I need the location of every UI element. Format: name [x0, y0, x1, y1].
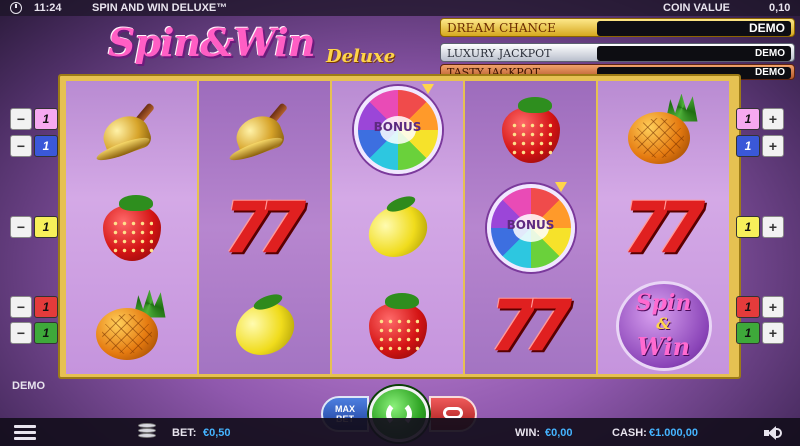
logo-spin-win: Spin&Win	[108, 20, 315, 65]
clock-time: 11:24	[34, 2, 62, 14]
payline-plus-button[interactable]: +	[762, 135, 784, 157]
payline-plus-button[interactable]: +	[762, 322, 784, 344]
payline-right-3: 1 +	[736, 216, 784, 238]
payline-number[interactable]: 1	[736, 296, 760, 318]
reel-cell	[66, 277, 197, 374]
pineapple-symbol	[94, 289, 170, 362]
payline-minus-button[interactable]: −	[10, 322, 32, 344]
reel-5: 7 7 Spin & Win	[598, 81, 729, 374]
payline-number[interactable]: 1	[736, 216, 760, 238]
bet-value: €0,50	[203, 427, 231, 439]
payline-number[interactable]: 1	[34, 135, 58, 157]
payline-plus-button[interactable]: +	[762, 296, 784, 318]
bell-symbol	[226, 99, 304, 164]
reel-cell	[199, 277, 330, 374]
payline-number[interactable]: 1	[34, 108, 58, 130]
game-title: SPIN AND WIN DELUXE™	[92, 2, 228, 14]
jackpot-label: DREAM CHANCE JACKPOT	[447, 21, 556, 35]
payline-number[interactable]: 1	[34, 216, 58, 238]
reel-cell: 77	[598, 179, 729, 276]
reel-cell	[598, 81, 729, 178]
payline-left-1: −1	[10, 108, 58, 130]
payline-left-5: −1	[10, 322, 58, 344]
seven-symbol: 77	[489, 284, 573, 367]
payline-minus-button[interactable]: −	[10, 216, 32, 238]
payline-minus-button[interactable]: −	[10, 296, 32, 318]
lemon-symbol	[226, 290, 303, 364]
reel-cell	[66, 179, 197, 276]
reel-1	[66, 81, 197, 374]
reel-cell: BONUS	[332, 81, 463, 178]
logo-deluxe: Deluxe	[326, 46, 396, 67]
payline-plus-button[interactable]: +	[762, 108, 784, 130]
menu-icon[interactable]	[14, 425, 36, 441]
bet-label: BET:	[172, 427, 197, 439]
payline-left-3: −1	[10, 216, 58, 238]
reel-2: 77	[199, 81, 330, 374]
bonus-wheel-symbol: BONUS	[353, 83, 442, 174]
reel-cell	[199, 81, 330, 178]
cash-label: CASH:	[612, 427, 647, 439]
reel-3: BONUS	[332, 81, 463, 374]
reel-cell	[66, 81, 197, 178]
seven-symbol: 77	[622, 186, 706, 269]
win-value: €0,00	[545, 427, 573, 439]
payline-plus-button[interactable]: +	[762, 216, 784, 238]
max-bet-label-1: MAX	[335, 404, 355, 414]
payline-number[interactable]: 1	[34, 296, 58, 318]
speaker-icon[interactable]	[764, 425, 784, 441]
payline-minus-button[interactable]: −	[10, 108, 32, 130]
reel-4: BONUS 7 7	[465, 81, 596, 374]
reels-frame: 7 7 BONUS BONUS 7 7 7 7 Spin & Win	[58, 74, 741, 379]
payline-left-4: −1	[10, 296, 58, 318]
seven-symbol: 77	[223, 186, 307, 269]
reel-cell: 77	[465, 277, 596, 374]
clock-icon	[10, 2, 22, 14]
payline-number[interactable]: 1	[34, 322, 58, 344]
payline-right-2: 1 +	[736, 135, 784, 157]
payline-right-5: 1 +	[736, 322, 784, 344]
payline-minus-button[interactable]: −	[10, 135, 32, 157]
payline-number[interactable]: 1	[736, 322, 760, 344]
bell-symbol	[93, 99, 171, 164]
strawberry-symbol	[99, 193, 165, 263]
demo-label: DEMO	[12, 380, 45, 392]
reel-cell: Spin & Win	[598, 277, 729, 374]
cash-value: €1.000,00	[649, 427, 698, 439]
coin-value: 0,10	[769, 2, 791, 14]
jackpot-label: LUXURY JACKPOT	[447, 47, 552, 60]
payline-right-1: 1 +	[736, 108, 784, 130]
bottom-bar: BET: €0,50 WIN: €0,00 CASH: €1.000,00	[0, 418, 800, 446]
jackpot-luxury: LUXURY JACKPOT DEMO	[440, 43, 795, 62]
reel-cell	[332, 277, 463, 374]
coin-value-label: COIN VALUE	[663, 2, 731, 14]
payline-number[interactable]: 1	[736, 108, 760, 130]
payline-number[interactable]: 1	[736, 135, 760, 157]
pineapple-symbol	[626, 93, 702, 166]
strawberry-symbol	[498, 95, 564, 165]
jackpot-value: DEMO	[597, 21, 791, 36]
jackpot-dream-chance: DREAM CHANCE JACKPOT DEMO	[440, 18, 795, 37]
status-bar: 11:24 SPIN AND WIN DELUXE™ COIN VALUE 0,…	[0, 0, 800, 16]
reel-cell: 77	[199, 179, 330, 276]
jackpot-value: DEMO	[597, 46, 791, 61]
game-logo: Spin&Win Deluxe	[104, 18, 414, 74]
win-label: WIN:	[515, 427, 541, 439]
reel-cell	[332, 179, 463, 276]
lemon-symbol	[359, 192, 436, 266]
spin-win-symbol: Spin & Win	[615, 280, 712, 371]
strawberry-symbol	[365, 291, 431, 361]
payline-left-2: −1	[10, 135, 58, 157]
payline-right-4: 1 +	[736, 296, 784, 318]
reel-cell: BONUS	[465, 179, 596, 276]
reel-cell	[465, 81, 596, 178]
bonus-wheel-symbol: BONUS	[486, 181, 575, 272]
coins-icon[interactable]	[136, 423, 158, 441]
